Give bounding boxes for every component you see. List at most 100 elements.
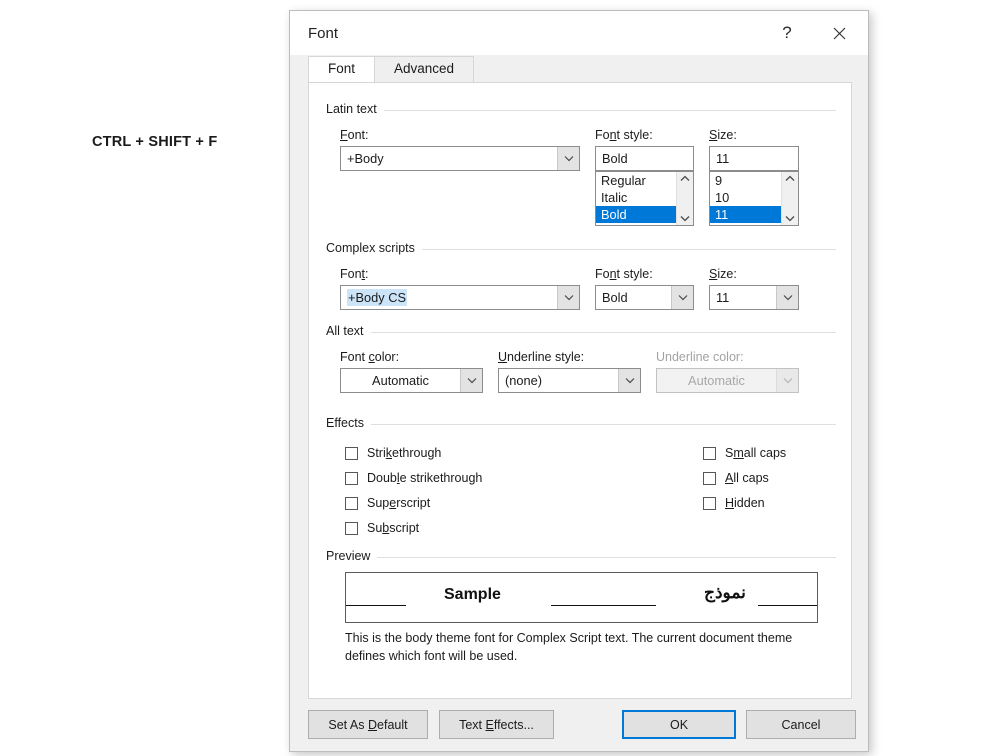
cs-font-style-label: Font style: (595, 267, 653, 281)
ok-button[interactable]: OK (622, 710, 736, 739)
latin-font-style-listbox[interactable]: Regular Italic Bold (595, 171, 694, 226)
font-preview-box: Sample نموذج (345, 572, 818, 623)
cs-font-style-combo[interactable]: Bold (595, 285, 694, 310)
chevron-down-icon (557, 147, 579, 170)
latin-size-value: 11 (716, 151, 730, 166)
checkbox-double-strikethrough[interactable]: Double strikethrough (345, 471, 482, 485)
list-item[interactable]: Italic (596, 189, 676, 206)
cs-size-value: 11 (716, 290, 730, 305)
latin-font-label: Font: (340, 128, 369, 142)
scrollbar[interactable] (676, 172, 693, 225)
group-all-text-label: All text (326, 324, 371, 338)
group-effects: Effects Strikethrough Double strikethrou… (326, 416, 836, 549)
checkbox-subscript[interactable]: Subscript (345, 521, 419, 535)
group-complex-scripts-label: Complex scripts (326, 241, 422, 255)
set-as-default-label: Set As Default (328, 717, 408, 732)
font-color-value: Automatic (372, 373, 429, 388)
underline-style-label: Underline style: (498, 350, 585, 364)
checkbox-small-caps[interactable]: Small caps (703, 446, 786, 460)
cs-font-style-value: Bold (602, 290, 628, 305)
latin-font-style-input[interactable]: Bold (595, 146, 694, 171)
checkbox-strikethrough[interactable]: Strikethrough (345, 446, 441, 460)
group-latin-text: Latin text Font: +Body Font style: Bold … (326, 102, 836, 238)
checkbox-all-caps[interactable]: All caps (703, 471, 769, 485)
underline-color-label: Underline color: (656, 350, 744, 364)
close-glyph (833, 27, 845, 39)
latin-size-label: Size: (709, 128, 737, 142)
font-dialog: Font ? Font Advanced Latin text Font: +B… (289, 10, 869, 752)
cs-size-combo[interactable]: 11 (709, 285, 799, 310)
chevron-down-icon (460, 369, 482, 392)
checkbox-box[interactable] (345, 446, 358, 460)
chevron-down-icon[interactable] (680, 215, 690, 222)
checkbox-box[interactable] (345, 471, 358, 485)
checkbox-label: Subscript (367, 521, 420, 535)
chevron-down-icon (776, 286, 798, 309)
group-rule (326, 557, 836, 558)
group-preview-label: Preview (326, 549, 378, 563)
group-rule (326, 332, 836, 333)
group-rule (326, 110, 836, 111)
close-icon[interactable] (816, 11, 862, 55)
chevron-up-icon[interactable] (680, 175, 690, 182)
chevron-down-icon (671, 286, 693, 309)
text-effects-button[interactable]: Text Effects... (439, 710, 554, 739)
checkbox-superscript[interactable]: Superscript (345, 496, 430, 510)
ok-label: OK (669, 717, 689, 732)
chevron-down-icon[interactable] (785, 215, 795, 222)
cs-font-value-wrap: +Body CS (341, 286, 557, 309)
list-item[interactable]: 11 (710, 206, 781, 223)
checkbox-label: Double strikethrough (367, 471, 483, 485)
cs-font-combo[interactable]: +Body CS (340, 285, 580, 310)
latin-font-value: +Body (347, 151, 384, 166)
checkbox-box[interactable] (703, 471, 716, 485)
checkbox-box[interactable] (703, 496, 716, 510)
help-icon[interactable]: ? (764, 11, 810, 55)
set-as-default-button[interactable]: Set As Default (308, 710, 428, 739)
dialog-footer: Set As Default Text Effects... OK Cancel (290, 699, 868, 751)
checkbox-label: Small caps (725, 446, 787, 460)
dialog-title-text: Font (308, 24, 339, 42)
tab-advanced[interactable]: Advanced (374, 56, 475, 82)
underline-style-value: (none) (505, 373, 542, 388)
underline-color-combo: Automatic (656, 368, 799, 393)
group-all-text: All text Font color: Automatic Underline… (326, 324, 836, 404)
cs-size-label: Size: (709, 267, 737, 281)
latin-size-listbox[interactable]: 9 10 11 (709, 171, 799, 226)
checkbox-box[interactable] (345, 521, 358, 535)
latin-font-combo[interactable]: +Body (340, 146, 580, 171)
group-effects-label: Effects (326, 416, 371, 430)
preview-rule-right (758, 605, 817, 606)
chevron-up-icon[interactable] (785, 175, 795, 182)
scrollbar[interactable] (781, 172, 798, 225)
list-item[interactable]: 9 (710, 172, 781, 189)
list-item[interactable]: Regular (596, 172, 676, 189)
preview-rule-mid (551, 605, 656, 606)
group-rule (326, 424, 836, 425)
list-item[interactable]: 10 (710, 189, 781, 206)
preview-sample-latin: Sample (444, 586, 501, 603)
cs-font-value: +Body CS (347, 289, 407, 306)
group-complex-scripts: Complex scripts Font: +Body CS Font styl… (326, 241, 836, 321)
font-color-combo[interactable]: Automatic (340, 368, 483, 393)
underline-style-combo[interactable]: (none) (498, 368, 641, 393)
cancel-button[interactable]: Cancel (746, 710, 856, 739)
text-effects-label: Text Effects... (459, 717, 534, 732)
cs-font-label: Font: (340, 267, 369, 281)
tab-strip: Font Advanced (290, 55, 868, 82)
tab-font-label: Font (328, 61, 356, 76)
tab-font[interactable]: Font (308, 56, 376, 82)
cancel-label: Cancel (781, 717, 821, 732)
preview-rule-left (346, 605, 406, 606)
dialog-title-bar: Font ? (290, 11, 868, 55)
checkbox-box[interactable] (345, 496, 358, 510)
latin-size-input[interactable]: 11 (709, 146, 799, 171)
checkbox-box[interactable] (703, 446, 716, 460)
size-options: 9 10 11 (710, 172, 781, 225)
group-latin-text-label: Latin text (326, 102, 384, 116)
checkbox-label: Superscript (367, 496, 431, 510)
font-color-label: Font color: (340, 350, 400, 364)
checkbox-label: All caps (725, 471, 769, 485)
checkbox-hidden[interactable]: Hidden (703, 496, 765, 510)
list-item[interactable]: Bold (596, 206, 676, 223)
